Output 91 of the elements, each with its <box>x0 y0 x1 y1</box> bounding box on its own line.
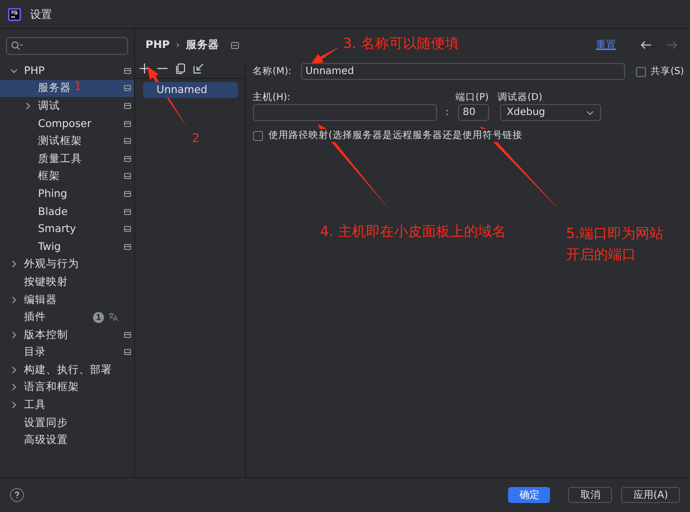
dialog-button[interactable]: 应用(A) <box>621 487 680 503</box>
tree-item-label: PHP <box>24 64 45 77</box>
breadcrumb-current: 服务器 <box>186 38 219 52</box>
annotation-text: 5.端口即为网站开启的端口 <box>566 225 664 265</box>
window-title: 设置 <box>30 6 52 22</box>
copy-icon[interactable] <box>174 62 186 74</box>
translate-icon <box>108 312 118 322</box>
tree-item-label: 插件 <box>24 310 46 324</box>
tree-item-label: 服务器 <box>38 81 71 96</box>
tree-item-label: 测试框架 <box>38 134 82 148</box>
back-arrow-icon[interactable] <box>640 40 652 50</box>
annotation-text: 3. 名称可以随便填 <box>343 35 460 54</box>
breadcrumb-parent[interactable]: PHP <box>146 39 170 51</box>
tree-item-label: 调试 <box>38 98 60 113</box>
chevron-right-icon[interactable] <box>10 296 18 304</box>
tree-item[interactable]: 调试 <box>0 97 134 115</box>
tree-item[interactable]: 构建、执行、部署 <box>0 361 134 379</box>
tree-item[interactable]: Blade <box>0 202 134 220</box>
tree-item[interactable]: 设置同步 <box>0 414 134 432</box>
server-list-item[interactable]: Unnamed <box>142 82 238 98</box>
tree-item-label: Twig <box>38 240 61 253</box>
dialog-button[interactable]: 取消 <box>568 487 612 503</box>
tree-item[interactable]: 测试框架 <box>0 132 134 150</box>
ok-button[interactable]: 确定 <box>508 487 550 503</box>
tree-item[interactable]: 插件 1 <box>0 308 134 326</box>
tree-item-label: Phing <box>38 188 68 200</box>
import-icon[interactable] <box>192 62 204 74</box>
colon: : <box>446 107 449 118</box>
chevron-right-icon[interactable] <box>10 366 18 374</box>
port-field[interactable]: 80 <box>458 104 489 121</box>
tree-item-label: 外观与行为 <box>24 257 79 272</box>
tree-item-label: Composer <box>38 118 92 130</box>
tree-item-label: 编辑器 <box>24 292 57 307</box>
tree-item-label: Smarty <box>38 223 76 236</box>
project-scope-icon <box>230 42 239 48</box>
tree-item-label: 设置同步 <box>24 416 68 430</box>
add-icon[interactable] <box>138 62 150 74</box>
host-field[interactable] <box>252 104 437 121</box>
tree-item[interactable]: 框架 <box>0 168 134 186</box>
debugger-dropdown[interactable]: Xdebug <box>500 104 601 121</box>
share-checkbox[interactable] <box>636 66 646 76</box>
tree-item-label: 语言和框架 <box>24 380 79 394</box>
name-field[interactable]: Unnamed <box>300 63 625 80</box>
tree-item[interactable]: 编辑器 <box>0 290 134 308</box>
help-icon[interactable] <box>10 488 24 502</box>
annotation-text: 1 <box>74 78 83 95</box>
chevron-right-icon[interactable] <box>10 330 18 339</box>
tree-item[interactable]: 质量工具 <box>0 150 134 168</box>
chevron-right-icon[interactable] <box>24 102 32 110</box>
chevron-right-icon[interactable] <box>10 401 18 410</box>
tree-item-label: 构建、执行、部署 <box>24 362 112 377</box>
port-label: 端口(P) <box>456 90 490 104</box>
chevron-down-icon[interactable] <box>10 66 18 75</box>
count-badge: 1 <box>93 312 104 323</box>
reset-link[interactable]: 重置 <box>596 38 616 52</box>
tree-item[interactable]: Phing <box>0 185 134 203</box>
tree-item-label: Blade <box>38 206 68 218</box>
name-label: 名称(M): <box>252 65 292 78</box>
tree-item[interactable]: 按键映射 <box>0 273 134 291</box>
tree-item[interactable]: PHP <box>0 62 134 80</box>
host-label: 主机(H): <box>252 90 292 104</box>
debugger-label: 调试器(D) <box>498 90 542 104</box>
share-label: 共享(S) <box>650 65 684 78</box>
path-mapping-checkbox[interactable] <box>252 130 263 140</box>
breadcrumb-separator: › <box>176 39 180 51</box>
annotation-arrow <box>310 46 340 65</box>
tree-item-label: 高级设置 <box>24 433 68 448</box>
tree-item-label: 工具 <box>24 398 46 412</box>
tree-item[interactable]: Twig <box>0 238 134 256</box>
tree-item[interactable]: 目录 <box>0 344 134 362</box>
tree-item-label: 目录 <box>24 345 46 360</box>
path-mapping-label: 使用路径映射(选择服务器是远程服务器还是使用符号链接 <box>268 129 522 142</box>
app-logo-icon <box>8 8 21 20</box>
search-field[interactable] <box>6 37 128 55</box>
tree-item[interactable]: 外观与行为 <box>0 256 134 274</box>
tree-item-label: 版本控制 <box>24 328 68 342</box>
search-icon <box>11 41 23 51</box>
tree-item-label: 按键映射 <box>24 274 68 289</box>
tree-item[interactable]: 语言和框架 <box>0 378 134 396</box>
tree-item[interactable]: 工具 <box>0 396 134 414</box>
tree-item[interactable]: Smarty <box>0 220 134 238</box>
tree-item-label: 质量工具 <box>38 152 82 166</box>
chevron-right-icon[interactable] <box>10 383 18 392</box>
chevron-down-icon <box>586 110 594 116</box>
annotation-text: 4. 主机即在小皮面板上的域名 <box>320 223 507 242</box>
annotation-text: 2 <box>192 130 201 147</box>
tree-item-label: 框架 <box>38 169 60 184</box>
chevron-right-icon[interactable] <box>10 260 18 268</box>
tree-item[interactable]: 高级设置 <box>0 431 134 450</box>
tree-item[interactable]: Composer <box>0 114 134 132</box>
tree-item[interactable]: 版本控制 <box>0 326 134 344</box>
